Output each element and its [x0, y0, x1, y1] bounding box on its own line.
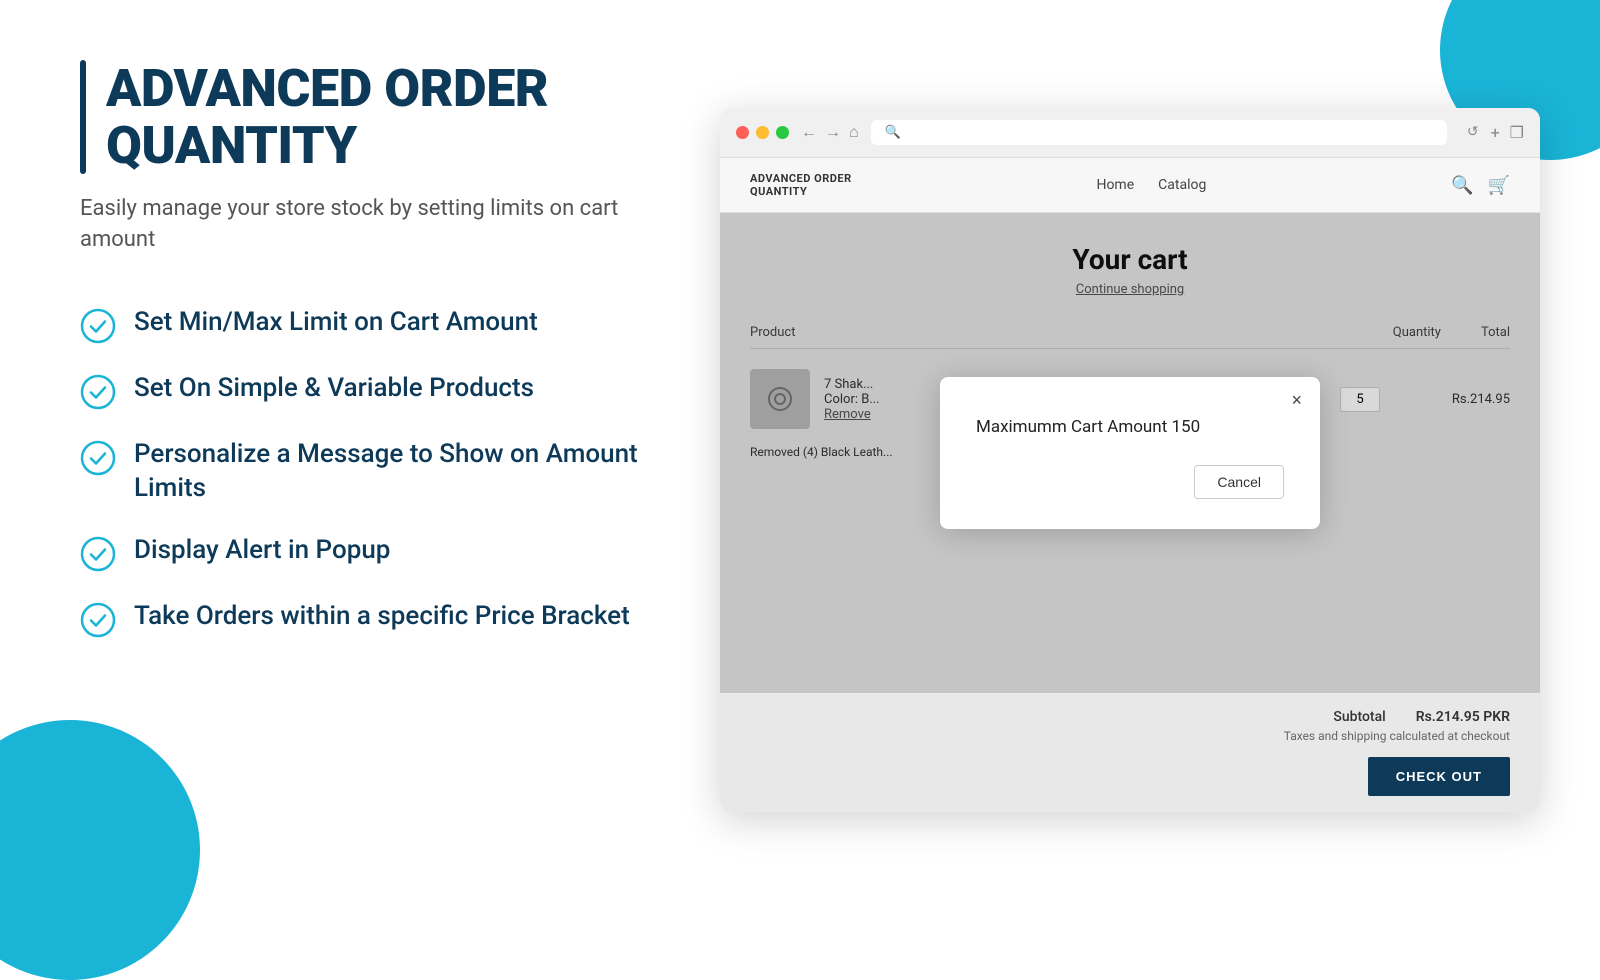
dot-red[interactable] — [736, 126, 749, 139]
checkout-button[interactable]: CHECK OUT — [1368, 757, 1510, 796]
brand-line2: QUANTITY — [750, 185, 852, 198]
subtotal-label: Subtotal — [1333, 709, 1385, 725]
page-subtitle: Easily manage your store stock by settin… — [80, 194, 640, 256]
check-icon-2 — [80, 374, 116, 410]
cart-area: Your cart Continue shopping Product Quan… — [720, 213, 1540, 693]
feature-text-5: Take Orders within a specific Price Brac… — [134, 600, 630, 634]
subtotal-row: Subtotal Rs.214.95 PKR — [1333, 709, 1510, 725]
feature-text-1: Set Min/Max Limit on Cart Amount — [134, 306, 538, 340]
home-button[interactable]: ⌂ — [849, 122, 859, 142]
window-button[interactable]: ❐ — [1510, 123, 1524, 142]
left-column: ADVANCED ORDER QUANTITY Easily manage yo… — [80, 60, 640, 860]
new-tab-button[interactable]: + — [1491, 123, 1500, 142]
back-button[interactable]: ← — [801, 122, 817, 142]
features-list: Set Min/Max Limit on Cart Amount Set On … — [80, 306, 640, 638]
dot-yellow[interactable] — [756, 126, 769, 139]
dot-green[interactable] — [776, 126, 789, 139]
browser-address-bar[interactable]: 🔍 — [871, 120, 1447, 145]
search-icon-nav[interactable]: 🔍 — [1451, 175, 1473, 196]
modal-overlay: × Maximumm Cart Amount 150 Cancel — [720, 213, 1540, 693]
modal-close-button[interactable]: × — [1291, 391, 1302, 409]
browser-toolbar: ← → ⌂ 🔍 ↺ + ❐ — [720, 108, 1540, 158]
browser-dots — [736, 126, 789, 139]
page-title: ADVANCED ORDER QUANTITY — [106, 60, 640, 174]
feature-text-2: Set On Simple & Variable Products — [134, 372, 534, 406]
subtotal-value: Rs.214.95 PKR — [1416, 709, 1510, 725]
forward-button[interactable]: → — [825, 122, 841, 142]
cart-footer: Subtotal Rs.214.95 PKR Taxes and shippin… — [720, 693, 1540, 812]
feature-item-2: Set On Simple & Variable Products — [80, 372, 640, 410]
browser-window: ← → ⌂ 🔍 ↺ + ❐ ADVANCED ORDER QUANTITY — [720, 108, 1540, 812]
title-border — [80, 60, 86, 174]
right-column: ← → ⌂ 🔍 ↺ + ❐ ADVANCED ORDER QUANTITY — [720, 60, 1540, 860]
tax-note: Taxes and shipping calculated at checkou… — [1284, 729, 1510, 743]
check-icon-5 — [80, 602, 116, 638]
store-brand: ADVANCED ORDER QUANTITY — [750, 172, 852, 198]
modal-message: Maximumm Cart Amount 150 — [976, 417, 1284, 437]
refresh-button[interactable]: ↺ — [1467, 124, 1479, 140]
browser-actions: + ❐ — [1491, 123, 1524, 142]
store-navbar: ADVANCED ORDER QUANTITY Home Catalog 🔍 🛒 — [720, 158, 1540, 213]
store-nav-icons: 🔍 🛒 — [1451, 175, 1510, 196]
modal-box: × Maximumm Cart Amount 150 Cancel — [940, 377, 1320, 529]
nav-home[interactable]: Home — [1096, 177, 1134, 193]
cart-icon-nav[interactable]: 🛒 — [1488, 175, 1510, 196]
feature-item-3: Personalize a Message to Show on Amount … — [80, 438, 640, 506]
check-icon-3 — [80, 440, 116, 476]
search-icon: 🔍 — [885, 125, 901, 140]
check-icon-1 — [80, 308, 116, 344]
feature-item-5: Take Orders within a specific Price Brac… — [80, 600, 640, 638]
modal-cancel-button[interactable]: Cancel — [1194, 465, 1284, 499]
brand-line1: ADVANCED ORDER — [750, 172, 852, 185]
nav-catalog[interactable]: Catalog — [1158, 177, 1206, 193]
store-nav-links: Home Catalog — [1096, 177, 1206, 193]
browser-nav: ← → ⌂ — [801, 122, 859, 142]
title-block: ADVANCED ORDER QUANTITY — [80, 60, 640, 174]
feature-item-4: Display Alert in Popup — [80, 534, 640, 572]
check-icon-4 — [80, 536, 116, 572]
feature-text-4: Display Alert in Popup — [134, 534, 390, 568]
feature-text-3: Personalize a Message to Show on Amount … — [134, 438, 640, 506]
feature-item-1: Set Min/Max Limit on Cart Amount — [80, 306, 640, 344]
